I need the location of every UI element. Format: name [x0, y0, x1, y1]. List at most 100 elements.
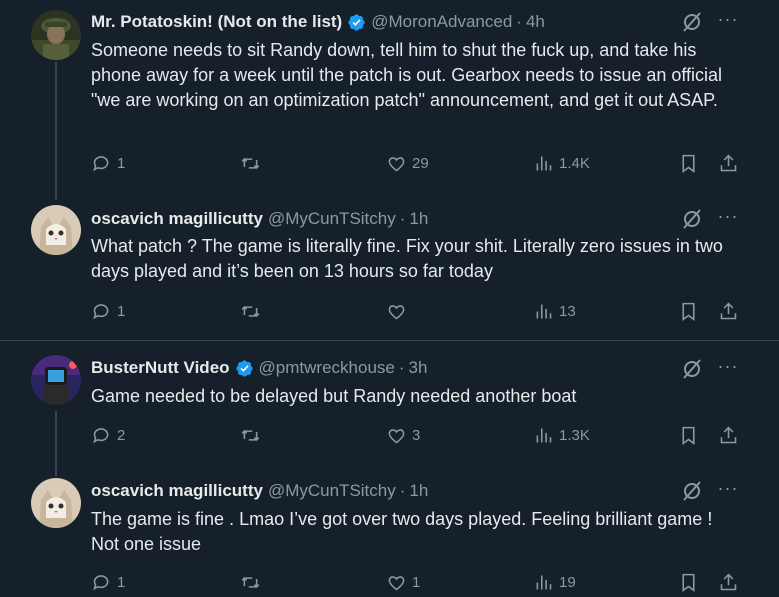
- bookmark-icon: [682, 573, 695, 592]
- more-options-icon[interactable]: ···: [716, 207, 740, 231]
- grok-icon[interactable]: [680, 479, 704, 503]
- verified-badge-icon: [235, 359, 253, 377]
- more-options-icon[interactable]: ···: [716, 10, 740, 34]
- like-count: 29: [412, 155, 429, 172]
- like-button[interactable]: 1: [386, 572, 420, 593]
- share-button[interactable]: [718, 153, 739, 174]
- views-icon: [536, 156, 552, 171]
- avatar[interactable]: [31, 355, 81, 405]
- reply-icon: [93, 156, 109, 172]
- tweet-text: Game needed to be delayed but Randy need…: [91, 386, 577, 406]
- repost-icon: [241, 158, 260, 169]
- like-button[interactable]: 3: [386, 425, 420, 446]
- user-handle[interactable]: @MoronAdvanced: [371, 12, 512, 32]
- display-name[interactable]: BusterNutt Video: [91, 358, 230, 378]
- more-options-icon[interactable]: ···: [716, 357, 740, 381]
- views-button[interactable]: 1.4K: [533, 153, 590, 174]
- repost-button[interactable]: [240, 301, 266, 322]
- separator-dot: ·: [398, 358, 405, 377]
- bookmark-icon: [682, 426, 695, 445]
- avatar[interactable]: [31, 478, 81, 528]
- bookmark-button[interactable]: [678, 153, 699, 174]
- reply-count: 2: [117, 427, 126, 444]
- more-options-icon[interactable]: ···: [716, 479, 740, 503]
- share-button[interactable]: [718, 572, 739, 593]
- avatar[interactable]: [31, 205, 81, 255]
- views-icon: [536, 304, 552, 319]
- user-handle[interactable]: @MyCunTSitchy: [268, 481, 396, 501]
- share-button[interactable]: [718, 301, 739, 322]
- bookmark-icon: [682, 302, 695, 321]
- timestamp[interactable]: 4h: [526, 12, 545, 32]
- reply-icon: [93, 575, 109, 591]
- timestamp[interactable]: 3h: [409, 358, 428, 378]
- timestamp[interactable]: 1h: [409, 209, 428, 229]
- repost-icon: [241, 306, 260, 317]
- reply-button[interactable]: 1: [91, 572, 125, 593]
- view-count: 1.3K: [559, 427, 590, 444]
- heart-icon: [388, 429, 405, 444]
- tweet-text: The game is fine . Lmao I’ve got over tw…: [91, 509, 713, 554]
- tweet-actions: 1 1 19: [0, 572, 779, 596]
- display-name[interactable]: Mr. Potatoskin! (Not on the list): [91, 12, 342, 32]
- views-icon: [536, 428, 552, 443]
- tweet-text: Someone needs to sit Randy down, tell hi…: [91, 40, 723, 110]
- heart-icon: [388, 157, 405, 172]
- tweet-header: BusterNutt Video @pmtwreckhouse · 3h: [91, 357, 427, 379]
- avatar[interactable]: [31, 10, 81, 60]
- share-icon: [720, 426, 737, 444]
- reply-count: 1: [117, 574, 126, 591]
- repost-button[interactable]: [240, 572, 266, 593]
- like-button[interactable]: [386, 301, 412, 322]
- grok-icon[interactable]: [680, 357, 704, 381]
- user-handle[interactable]: @MyCunTSitchy: [268, 209, 396, 229]
- views-button[interactable]: 19: [533, 572, 576, 593]
- grok-icon[interactable]: [680, 207, 704, 231]
- reply-count: 1: [117, 303, 126, 320]
- display-name[interactable]: oscavich magillicutty: [91, 209, 263, 229]
- tweet-header: oscavich magillicutty @MyCunTSitchy · 1h: [91, 208, 428, 230]
- bookmark-button[interactable]: [678, 425, 699, 446]
- repost-icon: [241, 430, 260, 441]
- grok-icon[interactable]: [680, 10, 704, 34]
- bookmark-button[interactable]: [678, 572, 699, 593]
- views-icon: [536, 575, 552, 590]
- views-button[interactable]: 1.3K: [533, 425, 590, 446]
- tweet-header: oscavich magillicutty @MyCunTSitchy · 1h: [91, 480, 428, 502]
- view-count: 1.4K: [559, 155, 590, 172]
- reply-button[interactable]: 1: [91, 153, 125, 174]
- user-handle[interactable]: @pmtwreckhouse: [259, 358, 395, 378]
- tweet-text: What patch ? The game is literally fine.…: [91, 236, 723, 281]
- like-count: 1: [412, 574, 421, 591]
- views-button[interactable]: 13: [533, 301, 576, 322]
- like-button[interactable]: 29: [386, 153, 429, 174]
- bookmark-button[interactable]: [678, 301, 699, 322]
- view-count: 19: [559, 574, 576, 591]
- separator-dot: ·: [516, 12, 522, 31]
- share-icon: [720, 154, 737, 172]
- share-icon: [720, 573, 737, 591]
- reply-icon: [93, 304, 109, 320]
- heart-icon: [388, 576, 405, 591]
- reply-button[interactable]: 1: [91, 301, 125, 322]
- share-button[interactable]: [718, 425, 739, 446]
- repost-icon: [241, 577, 260, 588]
- reply-count: 1: [117, 155, 126, 172]
- bookmark-icon: [682, 154, 695, 173]
- heart-icon: [388, 305, 405, 320]
- repost-button[interactable]: [240, 425, 266, 446]
- repost-button[interactable]: [240, 153, 266, 174]
- view-count: 13: [559, 303, 576, 320]
- tweet-header: Mr. Potatoskin! (Not on the list) @Moron…: [91, 11, 545, 33]
- tweet-separator: [0, 340, 779, 341]
- display-name[interactable]: oscavich magillicutty: [91, 481, 263, 501]
- tweet-actions: 1 13: [0, 301, 779, 325]
- reply-icon: [93, 428, 109, 444]
- like-count: 3: [412, 427, 421, 444]
- separator-dot: ·: [399, 209, 406, 228]
- tweet-actions: 2 3 1.3K: [0, 425, 779, 449]
- separator-dot: ·: [399, 481, 406, 500]
- tweet-actions: 1 29 1.4K: [0, 153, 779, 177]
- reply-button[interactable]: 2: [91, 425, 125, 446]
- timestamp[interactable]: 1h: [409, 481, 428, 501]
